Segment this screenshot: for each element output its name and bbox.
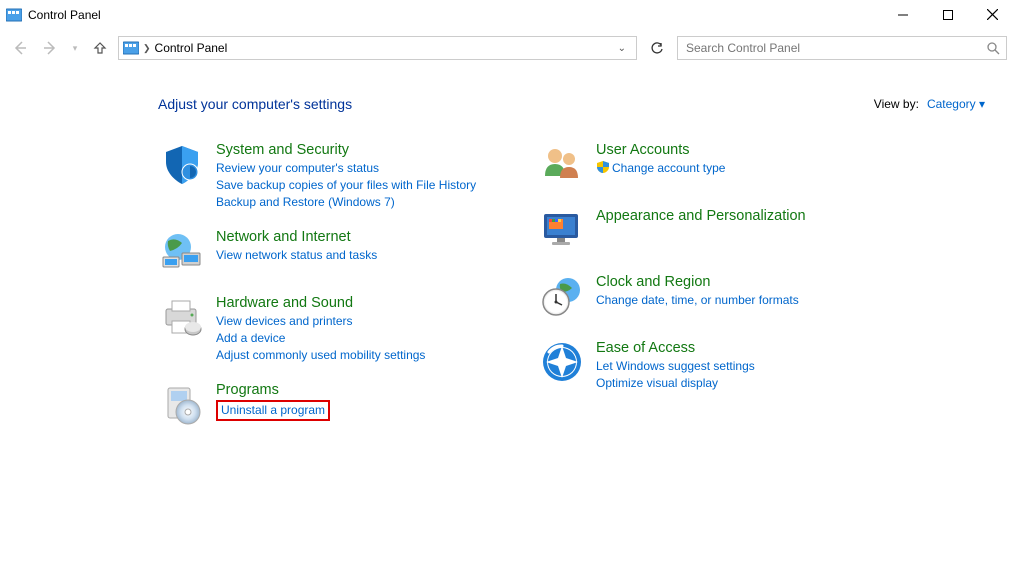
category-appearance: Appearance and Personalization — [538, 208, 878, 256]
back-button[interactable] — [8, 36, 32, 60]
minimize-button[interactable] — [880, 0, 925, 29]
search-input[interactable] — [684, 40, 980, 56]
left-column: System and Security Review your computer… — [158, 142, 498, 448]
maximize-button[interactable] — [925, 0, 970, 29]
link-review-status[interactable]: Review your computer's status — [216, 160, 476, 177]
link-mobility[interactable]: Adjust commonly used mobility settings — [216, 347, 425, 364]
search-box[interactable] — [677, 36, 1007, 60]
category-title[interactable]: Hardware and Sound — [216, 295, 425, 311]
uac-shield-icon — [596, 160, 610, 174]
category-title[interactable]: Network and Internet — [216, 229, 377, 245]
category-title[interactable]: System and Security — [216, 142, 476, 158]
control-panel-icon — [6, 7, 22, 23]
address-path[interactable]: Control Panel — [155, 41, 228, 55]
close-button[interactable] — [970, 0, 1015, 29]
category-ease-of-access: Ease of Access Let Windows suggest setti… — [538, 340, 878, 392]
category-programs: Programs Uninstall a program — [158, 382, 498, 430]
link-suggest-settings[interactable]: Let Windows suggest settings — [596, 358, 755, 375]
title-bar: Control Panel — [0, 0, 1015, 30]
category-title[interactable]: Clock and Region — [596, 274, 799, 290]
shield-icon[interactable] — [158, 142, 206, 190]
address-bar[interactable]: ❯ Control Panel ⌄ — [118, 36, 637, 60]
category-system-security: System and Security Review your computer… — [158, 142, 498, 211]
path-chevron-icon[interactable]: ❯ — [143, 43, 151, 54]
address-dropdown[interactable]: ⌄ — [612, 43, 632, 54]
clock-globe-icon[interactable] — [538, 274, 586, 322]
category-title[interactable]: User Accounts — [596, 142, 725, 158]
window-title: Control Panel — [28, 8, 101, 22]
link-optimize-display[interactable]: Optimize visual display — [596, 375, 755, 392]
navigation-bar: ▾ ❯ Control Panel ⌄ — [0, 30, 1015, 66]
link-date-time-formats[interactable]: Change date, time, or number formats — [596, 292, 799, 309]
content-area: Adjust your computer's settings View by:… — [0, 66, 1015, 448]
link-backup-restore[interactable]: Backup and Restore (Windows 7) — [216, 194, 476, 211]
printer-icon[interactable] — [158, 295, 206, 343]
up-button[interactable] — [88, 36, 112, 60]
link-change-account-type[interactable]: Change account type — [596, 160, 725, 177]
category-clock: Clock and Region Change date, time, or n… — [538, 274, 878, 322]
right-column: User Accounts Change account type — [538, 142, 878, 448]
link-network-status[interactable]: View network status and tasks — [216, 247, 377, 264]
link-file-history[interactable]: Save backup copies of your files with Fi… — [216, 177, 476, 194]
viewby-value[interactable]: Category ▾ — [927, 97, 985, 111]
category-hardware: Hardware and Sound View devices and prin… — [158, 295, 498, 364]
monitor-icon[interactable] — [538, 208, 586, 256]
link-uninstall-program[interactable]: Uninstall a program — [216, 400, 330, 421]
search-icon[interactable] — [986, 41, 1000, 55]
globe-network-icon[interactable] — [158, 229, 206, 277]
recent-dropdown[interactable]: ▾ — [68, 36, 82, 60]
control-panel-path-icon — [123, 40, 139, 56]
category-users: User Accounts Change account type — [538, 142, 878, 190]
category-title[interactable]: Programs — [216, 382, 330, 398]
refresh-button[interactable] — [643, 36, 671, 60]
link-devices-printers[interactable]: View devices and printers — [216, 313, 425, 330]
link-add-device[interactable]: Add a device — [216, 330, 425, 347]
users-icon[interactable] — [538, 142, 586, 190]
category-title[interactable]: Appearance and Personalization — [596, 208, 806, 224]
category-network: Network and Internet View network status… — [158, 229, 498, 277]
page-heading: Adjust your computer's settings — [158, 96, 352, 112]
ease-of-access-icon[interactable] — [538, 340, 586, 388]
viewby-label: View by: — [874, 97, 919, 111]
view-by: View by: Category ▾ — [874, 97, 985, 111]
disc-box-icon[interactable] — [158, 382, 206, 430]
heading-row: Adjust your computer's settings View by:… — [158, 96, 985, 112]
category-title[interactable]: Ease of Access — [596, 340, 755, 356]
forward-button[interactable] — [38, 36, 62, 60]
window-controls — [880, 0, 1015, 29]
category-columns: System and Security Review your computer… — [158, 142, 985, 448]
